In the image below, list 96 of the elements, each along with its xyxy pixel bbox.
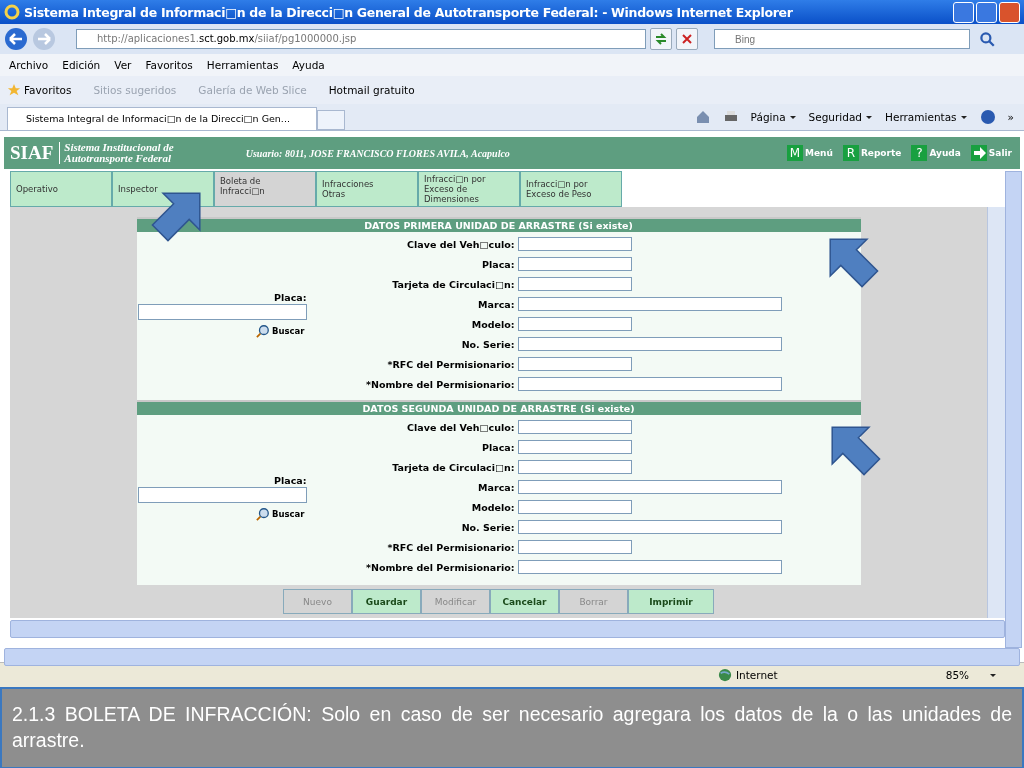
tab[interactable]: Boleta de Infracci□n: [214, 171, 316, 207]
input-field[interactable]: [517, 317, 632, 331]
arrow-annotation: [831, 426, 881, 476]
window-title: Sistema Integral de Informaci□n de la Direcci□n General de Autotransporte Federal: - Windows Internet Explorer: [24, 4, 793, 20]
field-label: *Nombre del Permisionario:: [365, 378, 516, 390]
star-icon: [7, 83, 21, 97]
caret-icon: [989, 671, 998, 679]
menu-item[interactable]: Ayuda: [292, 59, 325, 71]
field-label: Marca:: [477, 298, 516, 310]
menu-item[interactable]: Herramientas: [206, 59, 279, 71]
maximize-button[interactable]: [976, 1, 997, 23]
app-subtitle: Sistema Institucional de: [64, 142, 174, 153]
field-label: Placa:: [274, 292, 307, 303]
input-field[interactable]: [517, 237, 632, 251]
menu-item[interactable]: Ver: [114, 59, 132, 71]
input-field[interactable]: [517, 257, 632, 271]
field-label: Modelo:: [470, 318, 516, 330]
scrollbar[interactable]: [4, 648, 1020, 666]
tab[interactable]: Infracci□n por Exceso de Dimensiones: [418, 171, 520, 207]
more-button[interactable]: »: [1007, 111, 1014, 123]
search-icon: [255, 507, 270, 521]
tab[interactable]: Infracciones Otras: [316, 171, 418, 207]
security-zone: Internet: [718, 668, 778, 682]
input-field[interactable]: [517, 277, 632, 291]
input-field[interactable]: [517, 460, 632, 474]
search-icon[interactable]: [978, 30, 996, 48]
command-menu[interactable]: Página: [750, 111, 797, 123]
caret-icon: [788, 113, 797, 121]
form-button[interactable]: Guardar: [352, 589, 421, 614]
scrollbar[interactable]: [10, 620, 1005, 638]
form-button[interactable]: Imprimir: [628, 589, 714, 614]
search-link[interactable]: Buscar: [255, 324, 305, 338]
menu-item[interactable]: Archivo: [9, 59, 49, 71]
input-field[interactable]: [137, 304, 307, 320]
field-label: Placa:: [481, 258, 516, 270]
user-info: Usuario: 8011, JOSE FRANCISCO FLORES AVILA, Acapulco: [245, 147, 510, 159]
field-label: *Nombre del Permisionario:: [365, 561, 516, 573]
command-menu[interactable]: Seguridad: [808, 111, 874, 123]
field-label: Placa:: [274, 475, 307, 486]
input-field[interactable]: [517, 337, 782, 351]
input-field[interactable]: [517, 540, 632, 554]
input-field[interactable]: [517, 560, 782, 574]
arrow-annotation: [151, 192, 201, 242]
new-tab-button[interactable]: [317, 110, 345, 130]
field-label: Tarjeta de Circulaci□n:: [391, 461, 516, 473]
section-header: DATOS PRIMERA UNIDAD DE ARRASTRE (Si existe): [136, 219, 861, 232]
browser-logo-icon: [4, 4, 20, 20]
field-label: No. Serie:: [460, 338, 516, 350]
home-icon[interactable]: [694, 109, 711, 125]
field-label: *RFC del Permisionario:: [386, 541, 516, 553]
section-header: DATOS SEGUNDA UNIDAD DE ARRASTRE (Si existe): [136, 402, 861, 415]
slide-caption: 2.1.3 BOLETA DE INFRACCIÓN: Solo en caso de ser necesario agregara los datos de la o las unidades de arrastre.: [0, 687, 1024, 768]
field-label: Clave del Veh□culo:: [406, 421, 516, 433]
field-label: *RFC del Permisionario:: [386, 358, 516, 370]
favorites-button[interactable]: Favoritos: [7, 83, 72, 97]
search-icon: [255, 324, 270, 338]
zoom-control[interactable]: 85%: [945, 669, 998, 681]
close-button[interactable]: [999, 1, 1020, 23]
input-field[interactable]: [517, 357, 632, 371]
input-field[interactable]: [137, 487, 307, 503]
input-field[interactable]: [517, 377, 782, 391]
refresh-button[interactable]: [650, 28, 672, 50]
tab[interactable]: Operativo: [10, 171, 112, 207]
caret-icon: [959, 113, 968, 121]
browser-tab[interactable]: Sistema Integral de Informaci□n de la Direcci□n Gen...: [7, 107, 317, 130]
back-button[interactable]: [4, 27, 28, 51]
form-button[interactable]: Cancelar: [490, 589, 559, 614]
field-label: Marca:: [477, 481, 516, 493]
stop-button[interactable]: [676, 28, 698, 50]
address-field[interactable]: http://aplicaciones1.sct.gob.mx/siiaf/pg1000000.jsp: [76, 29, 646, 49]
tab[interactable]: Infracci□n por Exceso de Peso: [520, 171, 622, 207]
input-field[interactable]: [517, 500, 632, 514]
minimize-button[interactable]: [953, 1, 974, 23]
field-label: Clave del Veh□culo:: [406, 238, 516, 250]
command-menu[interactable]: Herramientas: [885, 111, 968, 123]
input-field[interactable]: [517, 297, 782, 311]
search-link[interactable]: Buscar: [255, 507, 305, 521]
input-field[interactable]: [517, 420, 632, 434]
search-field[interactable]: Bing: [714, 29, 970, 49]
input-field[interactable]: [517, 480, 782, 494]
globe-icon: [718, 668, 732, 682]
scrollbar[interactable]: [987, 207, 1005, 618]
field-label: Modelo:: [470, 501, 516, 513]
input-field[interactable]: [517, 520, 782, 534]
input-field[interactable]: [517, 440, 632, 454]
field-label: No. Serie:: [460, 521, 516, 533]
field-label: Placa:: [481, 441, 516, 453]
menu-item[interactable]: Favoritos: [145, 59, 193, 71]
app-subtitle: Autotransporte Federal: [64, 153, 172, 164]
field-label: Tarjeta de Circulaci□n:: [391, 278, 516, 290]
favorites-link[interactable]: Hotmail gratuito: [328, 84, 415, 96]
arrow-annotation: [829, 238, 879, 288]
menu-item[interactable]: Edición: [62, 59, 101, 71]
app-logo: SIAF: [4, 142, 61, 164]
caret-icon: [865, 113, 874, 121]
scrollbar[interactable]: [1005, 171, 1022, 648]
